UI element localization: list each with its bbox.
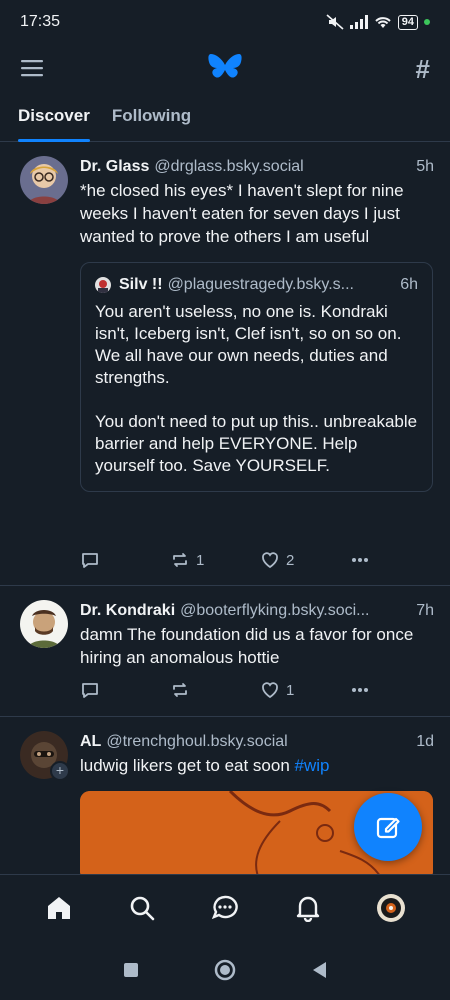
author-handle[interactable]: @booterflyking.bsky.soci... (180, 600, 410, 622)
nav-search[interactable] (122, 888, 162, 928)
repost-icon (173, 683, 187, 697)
system-nav-bar (0, 940, 450, 1000)
compose-icon (376, 817, 400, 839)
butterfly-logo-icon (208, 54, 242, 78)
feed-tabs: Discover Following (0, 96, 450, 142)
author-handle[interactable]: @trenchghoul.bsky.social (106, 731, 410, 753)
hash-icon[interactable]: # (416, 54, 430, 85)
quote-time: 6h (400, 276, 418, 293)
top-bar: # (0, 44, 450, 92)
author-name[interactable]: Dr. Kondraki (80, 600, 175, 622)
search-icon (130, 896, 155, 920)
post-text: *he closed his eyes* I haven't slept for… (80, 181, 404, 246)
author-name[interactable]: AL (80, 731, 101, 753)
status-icons: 94 (326, 14, 430, 30)
mute-icon (326, 14, 344, 30)
avatar[interactable] (20, 156, 68, 204)
post-text: ludwig likers get to eat soon #wip (80, 754, 434, 777)
quote-text: You aren't useless, no one is. Kondraki … (95, 302, 418, 475)
post-time[interactable]: 7h (416, 600, 434, 622)
like-button[interactable]: 2 (260, 550, 350, 570)
like-count: 1 (286, 681, 295, 699)
avatar[interactable]: + (20, 731, 70, 781)
repost-icon (173, 553, 187, 567)
repost-button[interactable] (170, 680, 260, 700)
profile-avatar (376, 893, 405, 922)
follow-plus-icon[interactable]: + (50, 761, 70, 781)
menu-icon[interactable] (20, 56, 44, 80)
chat-icon (211, 895, 238, 919)
privacy-dot (424, 19, 430, 25)
home-circle-icon[interactable] (214, 959, 236, 981)
post-time[interactable]: 1d (416, 731, 434, 753)
quote-header: Silv !! @plaguestragedy.bsky.s... 6h (95, 275, 418, 295)
author-handle[interactable]: @drglass.bsky.social (154, 156, 410, 178)
bell-icon (296, 896, 319, 922)
heart-icon (262, 552, 278, 569)
heart-icon (262, 682, 278, 699)
more-icon (352, 558, 368, 562)
post-time[interactable]: 5h (416, 156, 434, 178)
post-actions: 1 (80, 678, 440, 702)
status-time: 17:35 (20, 13, 61, 30)
feed-post[interactable]: Dr. Glass @drglass.bsky.social 5h *he cl… (0, 142, 450, 586)
avatar[interactable] (20, 600, 68, 648)
more-button[interactable] (350, 680, 440, 700)
battery-level: 94 (397, 14, 418, 30)
repost-button[interactable]: 1 (170, 550, 260, 570)
quote-author-name: Silv !! (119, 276, 163, 293)
quote-post[interactable]: Silv !! @plaguestragedy.bsky.s... 6h You… (80, 262, 433, 492)
repost-count: 1 (196, 551, 205, 569)
hashtag-link[interactable]: #wip (295, 756, 330, 775)
post-text: damn The foundation did us a favor for o… (80, 625, 414, 667)
nav-home[interactable] (39, 888, 79, 928)
post-header: Dr. Kondraki @booterflyking.bsky.soci...… (80, 600, 434, 622)
reply-button[interactable] (80, 550, 170, 570)
quote-author-handle: @plaguestragedy.bsky.s... (167, 276, 354, 293)
nav-notifications[interactable] (288, 888, 328, 928)
tab-discover[interactable]: Discover (18, 96, 90, 142)
nav-chat[interactable] (205, 888, 245, 928)
status-bar: 17:35 94 (0, 0, 450, 44)
reply-icon (82, 553, 98, 568)
more-button[interactable] (350, 550, 440, 570)
tab-following[interactable]: Following (112, 96, 191, 141)
bottom-nav (0, 874, 450, 940)
quote-avatar (95, 277, 111, 293)
home-icon (48, 896, 71, 919)
post-actions: 1 2 (80, 548, 440, 572)
recents-icon[interactable] (123, 962, 139, 978)
post-header: AL @trenchghoul.bsky.social 1d (80, 731, 434, 753)
reply-icon (82, 683, 98, 698)
feed-post[interactable]: Dr. Kondraki @booterflyking.bsky.soci...… (0, 586, 450, 717)
signal-icon (349, 15, 368, 29)
like-button[interactable]: 1 (260, 680, 350, 700)
more-icon (352, 688, 368, 692)
nav-profile[interactable] (371, 888, 411, 928)
reply-button[interactable] (80, 680, 170, 700)
back-icon[interactable] (311, 961, 327, 979)
like-count: 2 (286, 551, 295, 569)
post-header: Dr. Glass @drglass.bsky.social 5h (80, 156, 434, 178)
wifi-icon (375, 17, 391, 28)
compose-button[interactable] (354, 793, 422, 861)
author-name[interactable]: Dr. Glass (80, 156, 149, 178)
post-text-body: ludwig likers get to eat soon (80, 756, 295, 775)
